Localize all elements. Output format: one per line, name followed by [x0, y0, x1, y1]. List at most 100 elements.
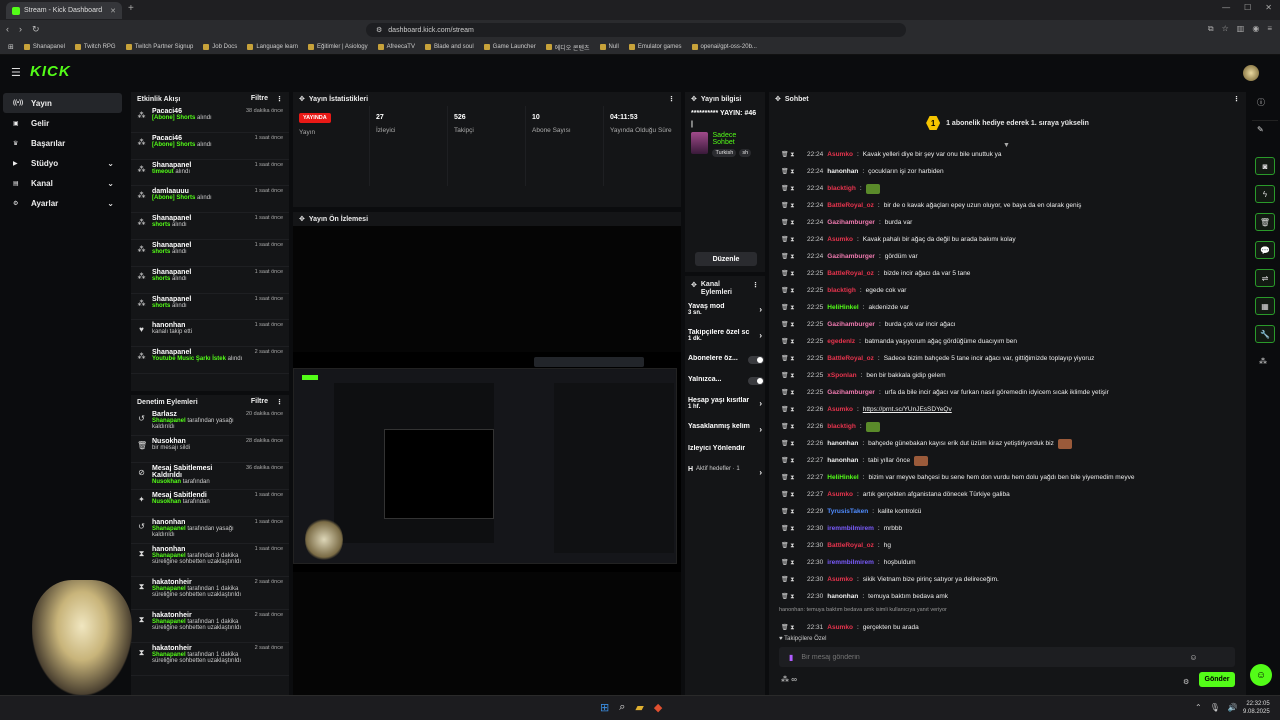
stream-tag[interactable]: Turkish	[712, 149, 737, 157]
mod-tools-icon[interactable]: 🗑 ⧗	[781, 321, 803, 329]
lightning-icon[interactable]: ϟ	[1255, 185, 1275, 203]
mod-tools-icon[interactable]: 🗑 ⧗	[781, 542, 803, 550]
sidebar-item-ayarlar[interactable]: ⚙ Ayarlar ⌄	[3, 193, 122, 213]
chat-username[interactable]: blacktigh	[827, 423, 856, 430]
moderation-target[interactable]: hanonhan	[152, 519, 249, 526]
mod-tools-icon[interactable]: 🗑 ⧗	[781, 304, 803, 312]
emote-picker-icon[interactable]: ☺	[1189, 653, 1197, 662]
mod-tools-icon[interactable]: 🗑 ⧗	[781, 355, 803, 363]
more-icon[interactable]: ⋮	[668, 95, 675, 103]
move-handle-icon[interactable]: ✥	[775, 95, 781, 103]
bookmark-item[interactable]: Null	[599, 44, 619, 50]
activity-user[interactable]: Pacaci46	[152, 108, 240, 115]
raid-icon[interactable]: ⇌	[1255, 269, 1275, 287]
mod-tools-icon[interactable]: 🗑 ⧗	[781, 491, 803, 499]
site-info-icon[interactable]: ⚙	[376, 26, 382, 34]
stream-preview-video[interactable]	[293, 352, 681, 572]
mod-tools-icon[interactable]: 🗑 ⧗	[781, 270, 803, 278]
bookmark-item[interactable]: Game Launcher	[483, 44, 536, 50]
more-icon[interactable]: ⋮	[276, 95, 283, 103]
profile-icon[interactable]: ◉	[1252, 24, 1259, 34]
mod-tools-icon[interactable]: 🗑 ⧗	[781, 389, 803, 397]
chat-username[interactable]: Asumko	[827, 576, 853, 583]
moderation-target[interactable]: hakatonheir	[152, 645, 249, 652]
bookmark-item[interactable]: Emulator games	[628, 44, 682, 50]
trash-icon[interactable]: 🗑	[1255, 213, 1275, 231]
bookmark-item[interactable]: Eğitimler | Asiology	[308, 44, 368, 50]
chat-username[interactable]: Asumko	[827, 491, 853, 498]
chat-username[interactable]: xSponlan	[827, 372, 856, 379]
chat-username[interactable]: hanonhan	[827, 457, 858, 464]
chat-username[interactable]: Asumko	[827, 406, 853, 413]
moderation-actor[interactable]: Nusokhan	[152, 499, 181, 505]
channel-action-item[interactable]: Yavaş mod 3 sn. ›	[688, 303, 764, 325]
activity-user[interactable]: damlaauuu	[152, 188, 249, 195]
move-handle-icon[interactable]: ✥	[691, 281, 697, 289]
more-icon[interactable]: ⋮	[752, 281, 759, 289]
close-window-icon[interactable]: ✕	[1265, 3, 1272, 12]
channel-action-item[interactable]: Abonelere öz...	[688, 355, 764, 372]
activity-filter-button[interactable]: Filtre	[251, 95, 268, 103]
mod-tools-icon[interactable]: 🗑 ⧗	[781, 185, 803, 193]
file-explorer-icon[interactable]: ▰	[635, 701, 643, 714]
mod-tools-icon[interactable]: 🗑 ⧗	[781, 406, 803, 414]
channel-action-item[interactable]: Yalnızca...	[688, 376, 764, 393]
sidebar-item-stüdyo[interactable]: ▶ Stüdyo ⌄	[3, 153, 122, 173]
activity-user[interactable]: Pacaci46	[152, 135, 249, 142]
mod-tools-icon[interactable]: 🗑 ⧗	[781, 236, 803, 244]
mod-tools-icon[interactable]: 🗑 ⧗	[781, 338, 803, 346]
bookmark-item[interactable]: Twitch Partner Signup	[125, 44, 193, 50]
chat-username[interactable]: blacktigh	[827, 287, 856, 294]
chat-username[interactable]: Asumko	[827, 236, 853, 243]
mod-tools-icon[interactable]: 🗑 ⧗	[781, 593, 803, 601]
search-icon[interactable]: ⌕	[619, 701, 625, 714]
menu-icon[interactable]: ≡	[1267, 24, 1272, 34]
chat-username[interactable]: TyrusisTaken	[827, 508, 868, 515]
moderation-target[interactable]: hakatonheir	[152, 612, 249, 619]
channel-action-item[interactable]: Hesap yaşı kısıtlar 1 hf. ›	[688, 397, 764, 419]
chat-username[interactable]: Asumko	[827, 151, 853, 158]
layout-icon[interactable]: ▦	[1255, 297, 1275, 315]
mod-tools-icon[interactable]: 🗑 ⧗	[781, 372, 803, 380]
channel-action-item[interactable]: H Aktif hedefler · 1 ›	[688, 466, 764, 488]
bookmark-item[interactable]: Twitch RPG	[74, 44, 116, 50]
activity-user[interactable]: hanonhan	[152, 322, 249, 329]
apps-grid-icon[interactable]: ⊞	[8, 43, 14, 51]
extensions-icon[interactable]: ⧉	[1208, 24, 1214, 34]
chat-username[interactable]: egedenlz	[827, 338, 855, 345]
mic-icon[interactable]: ▮	[789, 653, 793, 662]
activity-user[interactable]: Shanapanel	[152, 162, 249, 169]
mod-tools-icon[interactable]: 🗑 ⧗	[781, 423, 803, 431]
points-rail-icon[interactable]: ⁂	[1259, 357, 1267, 366]
moderation-target[interactable]: Mesaj Sabitlendi	[152, 492, 249, 499]
move-handle-icon[interactable]: ✥	[299, 95, 305, 103]
category-name[interactable]: Sadece Sohbet	[712, 132, 759, 146]
bookmark-item[interactable]: 에디오 콘텐츠	[545, 43, 590, 52]
chat-username[interactable]: hanonhan	[827, 440, 858, 447]
chat-username[interactable]: Asumko	[827, 624, 853, 631]
channel-action-item[interactable]: Yasaklanmış kelim ›	[688, 423, 764, 440]
bookmark-item[interactable]: openai/gpt-oss-20b...	[691, 44, 757, 50]
bookmark-item[interactable]: Shanapanel	[23, 44, 65, 50]
chat-username[interactable]: BattleRoyal_oz	[827, 202, 874, 209]
activity-user[interactable]: Shanapanel	[152, 269, 249, 276]
chat-username[interactable]: BattleRoyal_oz	[827, 355, 874, 362]
sidebar-toggle-icon[interactable]: ▥	[1237, 24, 1245, 34]
mod-tools-icon[interactable]: 🗑 ⧗	[781, 219, 803, 227]
channel-points-icon[interactable]: ⁂ ∞	[781, 675, 797, 684]
mod-tools-icon[interactable]: 🗑 ⧗	[781, 576, 803, 584]
mod-tools-icon[interactable]: 🗑 ⧗	[781, 559, 803, 567]
new-tab-button[interactable]: +	[128, 3, 134, 14]
minimize-icon[interactable]: —	[1222, 3, 1230, 12]
bookmark-item[interactable]: AfreecaTV	[377, 44, 415, 50]
activity-user[interactable]: Shanapanel	[152, 296, 249, 303]
chat-username[interactable]: HeliHinkel	[827, 474, 858, 481]
chat-settings-icon[interactable]: ⚙	[1183, 678, 1189, 686]
tray-chevron-icon[interactable]: ⌃	[1195, 703, 1202, 712]
stream-tag[interactable]: sh	[739, 149, 752, 157]
chat-username[interactable]: HeliHinkel	[827, 304, 858, 311]
windows-start-icon[interactable]: ⊞	[600, 701, 609, 714]
channel-action-item[interactable]: Takipçilere özel sc 1 dk. ›	[688, 329, 764, 351]
user-avatar[interactable]	[1243, 65, 1259, 81]
mic-tray-icon[interactable]: 🎙	[1210, 703, 1220, 712]
